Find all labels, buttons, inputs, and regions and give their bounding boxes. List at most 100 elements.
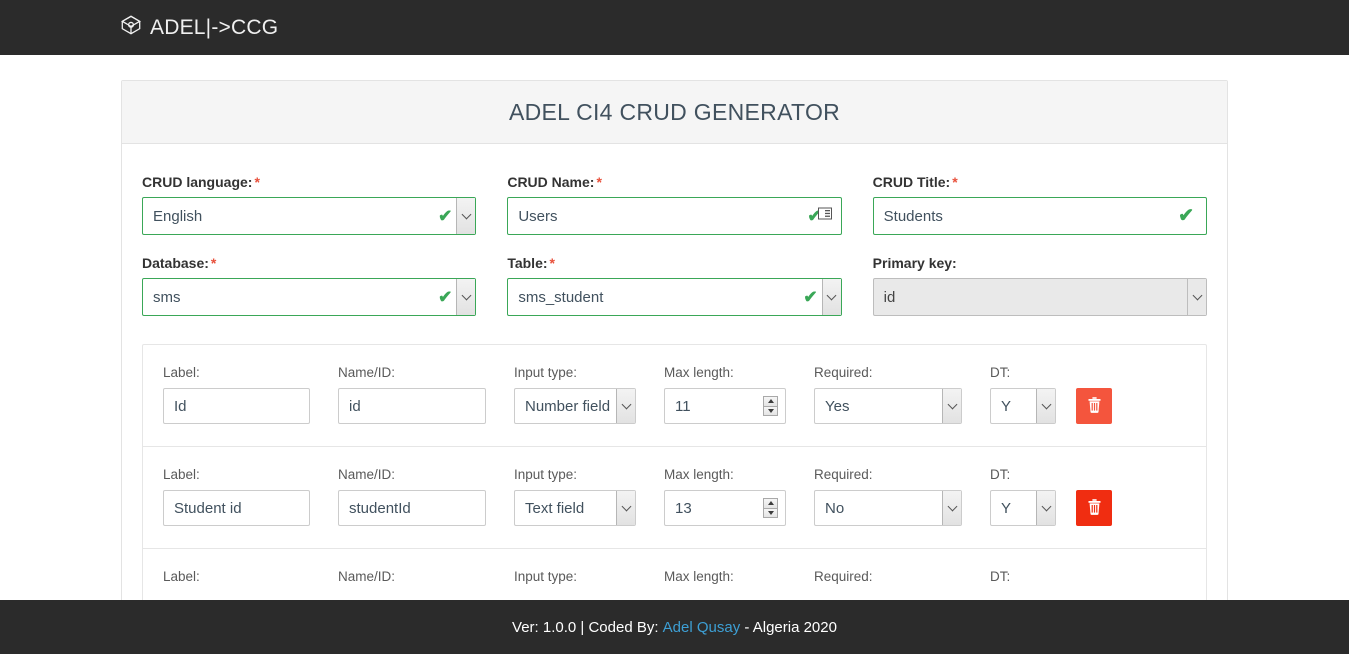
cell-dt: DT:	[990, 467, 1076, 526]
required-asterisk: *	[952, 174, 958, 190]
brand-text: ADEL|->CCG	[150, 15, 279, 39]
column-header-required: Required:	[814, 569, 873, 584]
cell-delete	[1076, 569, 1206, 592]
column-header-label: Label:	[163, 467, 200, 482]
cell-delete	[1076, 365, 1206, 424]
crud-language-select[interactable]	[142, 197, 477, 235]
field-required-select[interactable]	[814, 388, 962, 424]
field-required-select[interactable]	[814, 490, 962, 526]
form-group-table: Table:* ✔	[507, 255, 842, 316]
field-input-type-select[interactable]	[514, 388, 636, 424]
field-max-length-input[interactable]	[664, 388, 786, 424]
delete-field-button[interactable]	[1076, 490, 1112, 526]
cell-label: Label:	[163, 569, 338, 592]
field-name-id-input[interactable]	[338, 388, 486, 424]
footer-suffix-text: - Algeria 2020	[744, 618, 837, 636]
crud-language-wrap: ✔	[142, 197, 477, 235]
required-asterisk: *	[210, 255, 217, 271]
delete-field-button[interactable]	[1076, 388, 1112, 424]
label-table: Table: *	[507, 255, 841, 271]
check-icon: ✔	[438, 206, 453, 226]
database-wrap: ✔	[142, 278, 477, 316]
brand-logo-link[interactable]: ADEL|->CCG	[120, 14, 278, 42]
check-icon: ✔	[1178, 205, 1194, 227]
field-name-id-input[interactable]	[338, 490, 486, 526]
required-asterisk: *	[549, 255, 555, 271]
cell-name-id: Name/ID:	[338, 467, 514, 526]
required-asterisk: *	[254, 174, 260, 190]
cell-dt: DT:	[990, 569, 1076, 592]
cell-input-type: Input type:	[514, 365, 664, 424]
card-header: ADEL CI4 CRUD GENERATOR	[122, 81, 1227, 144]
table-row: Label: Name/ID: Input type: Max length: …	[143, 549, 1206, 600]
column-header-name-id: Name/ID:	[338, 467, 396, 482]
label-crud-language: CRUD language: *	[142, 174, 476, 190]
column-header-max-length: Max length:	[664, 569, 734, 584]
label-crud-name: CRUD Name: *	[507, 174, 841, 190]
field-required-wrap	[814, 490, 962, 526]
column-header-input-type: Input type:	[514, 467, 578, 482]
cell-required: Required:	[814, 569, 990, 592]
crud-name-input[interactable]	[507, 197, 842, 235]
primary-key-wrap	[872, 278, 1207, 316]
field-input-type-select[interactable]	[514, 490, 636, 526]
footer-author-link[interactable]: Adel Qusay	[663, 619, 741, 636]
column-header-required: Required:	[814, 365, 873, 380]
card-body: CRUD language:* ✔ CRUD Name:* ✔	[122, 144, 1227, 600]
cell-input-type: Input type:	[514, 569, 664, 592]
cell-name-id: Name/ID:	[338, 365, 514, 424]
field-dt-wrap	[990, 490, 1056, 526]
crud-title-wrap: ✔	[872, 197, 1207, 235]
form-group-crud-name: CRUD Name:* ✔	[507, 174, 842, 235]
column-header-dt: DT:	[990, 467, 1011, 482]
form-group-crud-language: CRUD language:* ✔	[142, 174, 477, 235]
primary-key-select	[872, 278, 1207, 316]
label-table-text: Table:	[507, 255, 548, 271]
database-select[interactable]	[142, 278, 477, 316]
trash-icon	[1087, 396, 1102, 416]
field-input-type-wrap	[514, 388, 636, 424]
top-navbar: ADEL|->CCG	[0, 0, 1349, 55]
column-header-label: Label:	[163, 365, 200, 380]
table-wrap: ✔	[507, 278, 842, 316]
crud-settings-form: CRUD language:* ✔ CRUD Name:* ✔	[142, 174, 1207, 316]
field-input-type-wrap	[514, 490, 636, 526]
column-header-max-length: Max length:	[664, 467, 734, 482]
cell-max-length: Max length:	[664, 467, 814, 526]
field-max-length-wrap	[664, 490, 786, 526]
form-group-database: Database:* ✔	[142, 255, 477, 316]
label-database: Database: *	[142, 255, 476, 271]
field-label-input[interactable]	[163, 490, 310, 526]
field-label-input[interactable]	[163, 388, 310, 424]
crud-title-input[interactable]	[872, 197, 1207, 235]
cell-dt: DT:	[990, 365, 1076, 424]
column-header-name-id: Name/ID:	[338, 569, 396, 584]
label-crud-title: CRUD Title: *	[873, 174, 1207, 190]
field-dt-select[interactable]	[990, 490, 1056, 526]
cell-required: Required:	[814, 365, 990, 424]
label-crud-name-text: CRUD Name:	[507, 174, 595, 190]
column-header-dt: DT:	[990, 569, 1011, 584]
label-crud-language-text: CRUD language:	[142, 174, 253, 190]
crud-name-wrap: ✔	[507, 197, 842, 235]
cell-label: Label:	[163, 365, 338, 424]
column-header-input-type: Input type:	[514, 365, 578, 380]
label-crud-title-text: CRUD Title:	[872, 174, 951, 190]
table-row: Label: Name/ID: Input type:	[143, 345, 1206, 447]
trash-icon	[1087, 498, 1102, 518]
autofill-icon[interactable]	[817, 207, 832, 226]
column-header-dt: DT:	[990, 365, 1011, 380]
required-asterisk: *	[596, 174, 602, 190]
cell-input-type: Input type:	[514, 467, 664, 526]
page-body: ADEL CI4 CRUD GENERATOR CRUD language: * …	[0, 55, 1349, 600]
cell-max-length: Max length:	[664, 365, 814, 424]
field-dt-select[interactable]	[990, 388, 1056, 424]
table-select[interactable]	[507, 278, 842, 316]
field-max-length-input[interactable]	[664, 490, 786, 526]
field-required-wrap	[814, 388, 962, 424]
table-row: Label: Name/ID: Input type:	[143, 447, 1206, 549]
check-icon: ✔	[803, 287, 818, 307]
label-primary-key: Primary key:	[873, 255, 1207, 271]
generator-card: ADEL CI4 CRUD GENERATOR CRUD language: * …	[121, 80, 1228, 600]
cell-max-length: Max length:	[664, 569, 814, 592]
